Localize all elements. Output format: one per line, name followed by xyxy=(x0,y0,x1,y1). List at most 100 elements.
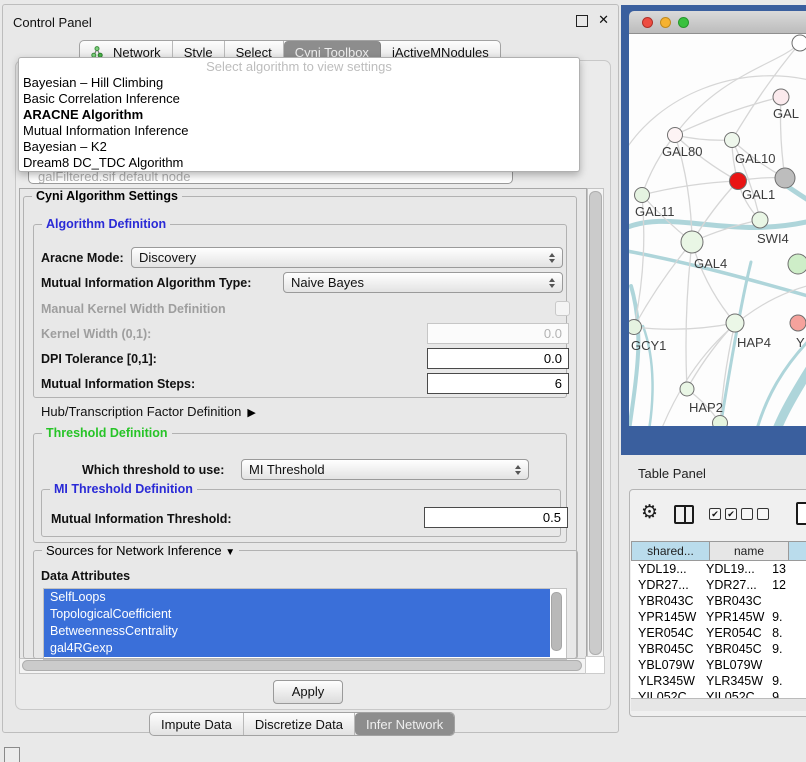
manual-kernel-width-label: Manual Kernel Width Definition xyxy=(41,302,226,316)
table-mode-icon[interactable] xyxy=(796,502,806,525)
settings-horizontal-scrollbar-thumb[interactable] xyxy=(22,660,582,671)
algorithm-option[interactable]: Bayesian – Hill Climbing xyxy=(19,75,579,91)
column-header-3[interactable]: A xyxy=(789,541,806,561)
table-row[interactable]: YDL19...YDL19...13 xyxy=(631,561,806,577)
manual-kernel-width-checkbox[interactable] xyxy=(555,301,570,316)
network-edge[interactable] xyxy=(634,323,735,329)
column-header-1[interactable]: shared... xyxy=(631,541,710,561)
dpi-tolerance-input[interactable]: 0.0 xyxy=(427,348,569,369)
settings-horizontal-scrollbar[interactable] xyxy=(19,658,587,674)
column-header-2[interactable]: name xyxy=(710,541,789,561)
algorithm-option[interactable]: Basic Correlation Inference xyxy=(19,91,579,107)
network-node[interactable] xyxy=(775,168,795,188)
table-row[interactable]: YER054CYER054C8. xyxy=(631,625,806,641)
network-edge[interactable] xyxy=(649,284,806,426)
table-cell: YLR345W xyxy=(699,673,767,689)
zoom-traffic-light-icon[interactable] xyxy=(678,17,689,28)
minimize-traffic-light-icon[interactable] xyxy=(660,17,671,28)
cyni-mode-tabbar: Impute DataDiscretize Data Infer Network xyxy=(149,712,455,736)
close-traffic-light-icon[interactable] xyxy=(642,17,653,28)
network-node-gal11[interactable] xyxy=(635,188,650,203)
settings-vertical-scrollbar[interactable] xyxy=(587,188,604,658)
network-node-hap2[interactable] xyxy=(680,382,694,396)
tab-infer-network[interactable]: Infer Network xyxy=(355,713,454,735)
network-window-titlebar[interactable] xyxy=(629,11,806,34)
docked-panel-icon[interactable] xyxy=(4,747,20,762)
network-edge[interactable] xyxy=(675,135,732,140)
algorithm-option[interactable]: Bayesian – K2 xyxy=(19,139,579,155)
network-node-gal4[interactable] xyxy=(681,231,703,253)
which-threshold-select[interactable]: MI Threshold xyxy=(241,459,529,480)
table-cell: 12 xyxy=(767,577,806,593)
checked-checkbox-icon: ✔ xyxy=(709,508,721,520)
mi-threshold-input[interactable]: 0.5 xyxy=(424,507,568,528)
table-cell: YDR27... xyxy=(699,577,767,593)
mi-algorithm-type-select[interactable]: Naive Bayes xyxy=(283,272,563,293)
table-panel-title: Table Panel xyxy=(638,466,706,481)
table-row[interactable]: YIL052CYIL052C9 xyxy=(631,689,806,698)
mi-steps-input[interactable]: 6 xyxy=(427,373,569,394)
float-window-icon[interactable] xyxy=(576,15,588,27)
aracne-mode-select[interactable]: Discovery xyxy=(131,247,563,268)
network-node[interactable] xyxy=(713,416,728,427)
network-node-gcy1[interactable] xyxy=(629,320,642,335)
checked-checkbox-icon: ✔ xyxy=(725,508,737,520)
table-row[interactable]: YBR043CYBR043C xyxy=(631,593,806,609)
mi-threshold-definition-title: MI Threshold Definition xyxy=(50,482,197,496)
gear-icon[interactable]: ⚙ xyxy=(641,501,658,524)
network-node-swi4[interactable] xyxy=(752,212,768,228)
network-node[interactable] xyxy=(792,35,806,51)
network-node-label: HAP2 xyxy=(689,400,723,415)
kernel-width-label: Kernel Width (0,1): xyxy=(41,327,151,341)
network-edge[interactable] xyxy=(642,181,738,195)
table-cell: YIL052C xyxy=(631,689,699,698)
apply-button[interactable]: Apply xyxy=(273,680,343,704)
hub-tf-definition-toggle[interactable]: Hub/Transcription Factor Definition▶ xyxy=(41,404,256,419)
network-node-gal[interactable] xyxy=(773,89,789,105)
network-edge[interactable] xyxy=(732,43,800,140)
which-threshold-value: MI Threshold xyxy=(249,462,325,477)
expanded-arrow-icon: ▼ xyxy=(225,547,235,558)
network-edge[interactable] xyxy=(692,242,735,323)
tab-impute-data[interactable]: Impute Data xyxy=(150,713,244,735)
table-row[interactable]: YLR345WYLR345W9. xyxy=(631,673,806,689)
network-node[interactable] xyxy=(788,254,806,274)
table-cell: YDL19... xyxy=(631,561,699,577)
split-columns-icon[interactable] xyxy=(674,505,694,524)
table-row[interactable]: YBL079WYBL079W xyxy=(631,657,806,673)
select-all-columns-icon[interactable]: ✔ ✔ xyxy=(709,508,737,520)
network-node-gal80[interactable] xyxy=(668,128,683,143)
clear-all-columns-icon[interactable] xyxy=(741,508,769,520)
network-canvas[interactable]: GALGAL80GAL10GAL1GAL11SWI4GAL4GCY1HAP4YH… xyxy=(629,34,806,426)
application-window: Control Panel ✕ NetworkStyleSelectCyni T… xyxy=(0,0,806,762)
kernel-width-input[interactable]: 0.0 xyxy=(427,323,569,344)
settings-vertical-scrollbar-thumb[interactable] xyxy=(589,191,602,655)
sources-toggle[interactable]: Sources for Network Inference ▼ xyxy=(42,543,239,558)
network-node-gal10[interactable] xyxy=(725,133,740,148)
close-icon[interactable]: ✕ xyxy=(598,12,609,28)
algorithm-option[interactable]: ARACNE Algorithm xyxy=(19,107,579,123)
network-node-y[interactable] xyxy=(790,315,806,331)
attribute-list-scrollbar[interactable] xyxy=(551,592,562,651)
network-node-label: GAL80 xyxy=(662,144,702,159)
network-edge-teal[interactable] xyxy=(767,364,806,426)
algorithm-option[interactable]: Mutual Information Inference xyxy=(19,123,579,139)
network-node-label: Y xyxy=(796,335,805,350)
mi-algorithm-type-label: Mutual Information Algorithm Type: xyxy=(41,276,251,290)
stepper-arrows-icon xyxy=(515,465,521,475)
table-row[interactable]: YDR27...YDR27...12 xyxy=(631,577,806,593)
table-cell: 8. xyxy=(767,625,806,641)
tab-label: Infer Network xyxy=(366,717,443,732)
network-edge-teal[interactable] xyxy=(787,186,806,210)
table-row[interactable]: YPR145WYPR145W9. xyxy=(631,609,806,625)
table-cell xyxy=(767,657,806,673)
table-horizontal-scrollbar[interactable] xyxy=(631,698,806,711)
table-row[interactable]: YBR045CYBR045C9. xyxy=(631,641,806,657)
network-edge-teal[interactable] xyxy=(629,286,638,426)
network-node-hap4[interactable] xyxy=(726,314,744,332)
algorithm-option[interactable]: Dream8 DC_TDC Algorithm xyxy=(19,155,579,171)
network-edge-teal[interactable] xyxy=(629,220,806,230)
algorithm-dropdown-popup: Select algorithm to view settings Bayesi… xyxy=(18,57,580,172)
tab-discretize-data[interactable]: Discretize Data xyxy=(244,713,355,735)
stepper-arrows-icon xyxy=(549,278,555,288)
